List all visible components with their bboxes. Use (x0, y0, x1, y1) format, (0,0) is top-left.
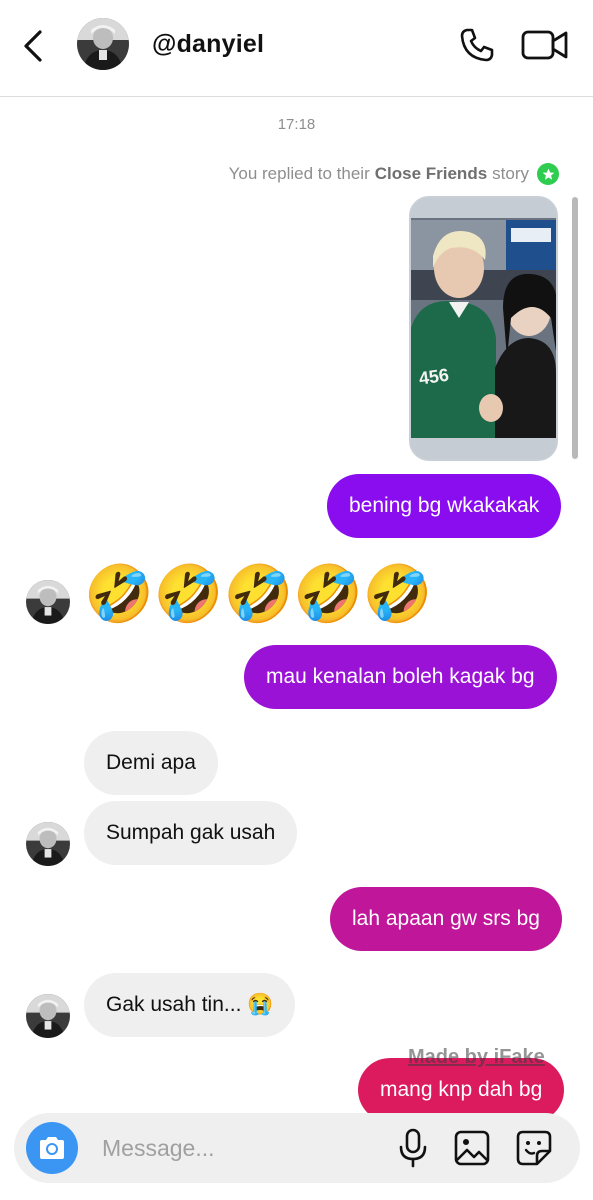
sender-avatar[interactable] (26, 822, 70, 866)
message-text: mang knp dah bg (380, 1078, 543, 1101)
sticker-icon[interactable] (515, 1129, 553, 1167)
message-text: Demi apa (106, 751, 196, 774)
story-reply-suffix: story (492, 164, 529, 183)
message-input[interactable] (102, 1130, 382, 1166)
message-text: bening bg wkakakak (349, 494, 540, 517)
video-call-icon[interactable] (521, 28, 569, 62)
sender-avatar[interactable] (26, 580, 70, 624)
phone-call-icon[interactable] (458, 26, 496, 64)
story-reply-prefix: You replied to their (228, 164, 370, 183)
sent-message-bubble[interactable]: lah apaan gw srs bg (330, 887, 562, 951)
profile-avatar[interactable] (77, 18, 129, 70)
watermark-text: Made by iFake (408, 1046, 545, 1068)
message-text: mau kenalan boleh kagak bg (266, 665, 535, 688)
close-friends-label: Close Friends (374, 164, 488, 183)
message-text: lah apaan gw srs bg (352, 907, 540, 930)
microphone-icon[interactable] (396, 1128, 430, 1168)
message-text: Gak usah tin... 😭 (106, 993, 274, 1016)
chat-header: @danyiel (0, 0, 593, 97)
story-preview-image[interactable]: 456 (409, 196, 558, 461)
back-arrow-icon[interactable] (18, 28, 50, 64)
message-timestamp: 17:18 (277, 116, 316, 133)
svg-text:456: 456 (418, 365, 451, 389)
sent-message-bubble[interactable]: mau kenalan boleh kagak bg (244, 645, 557, 709)
star-icon (537, 163, 559, 185)
received-message-bubble[interactable]: Demi apa (84, 731, 218, 795)
scrollbar[interactable] (572, 197, 578, 459)
emoji-message[interactable]: 🤣🤣🤣🤣🤣 (84, 562, 433, 626)
gallery-icon[interactable] (453, 1129, 491, 1167)
camera-icon[interactable] (26, 1122, 78, 1174)
story-reply-note: You replied to their Close Friends story (229, 163, 559, 185)
message-composer (14, 1113, 580, 1183)
received-message-bubble[interactable]: Sumpah gak usah (84, 801, 298, 865)
message-text: Sumpah gak usah (106, 821, 276, 844)
sender-avatar[interactable] (26, 994, 70, 1038)
sent-message-bubble[interactable]: bening bg wkakakak (327, 474, 562, 538)
received-message-bubble[interactable]: Gak usah tin... 😭 (84, 973, 296, 1037)
header-username[interactable]: @danyiel (152, 30, 264, 59)
